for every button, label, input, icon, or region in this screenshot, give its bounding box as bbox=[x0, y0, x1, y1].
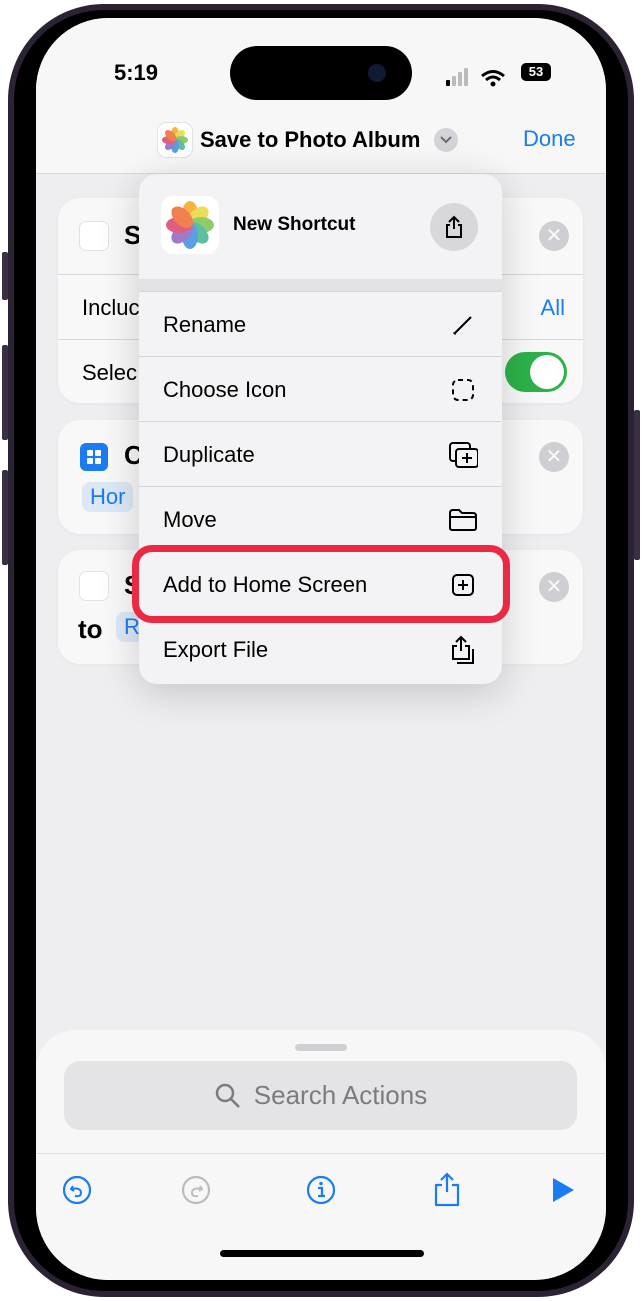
include-label: Incluc bbox=[82, 295, 140, 320]
redo-icon bbox=[181, 1175, 211, 1205]
undo-button[interactable] bbox=[60, 1173, 94, 1207]
pencil-icon bbox=[448, 310, 478, 340]
variable-pill[interactable]: Hor bbox=[82, 482, 134, 512]
undo-icon bbox=[62, 1175, 92, 1205]
duplicate-icon bbox=[448, 440, 478, 470]
menu-item-label: Move bbox=[163, 507, 217, 532]
actions-sheet: Search Actions bbox=[36, 1030, 606, 1280]
status-time: 5:19 bbox=[114, 60, 159, 85]
share-icon bbox=[434, 1172, 460, 1207]
info-icon bbox=[306, 1175, 336, 1205]
shortcut-name: New Shortcut bbox=[233, 214, 356, 235]
shortcut-title-menu[interactable]: Save to Photo Album bbox=[158, 123, 459, 157]
menu-separator bbox=[139, 279, 502, 291]
nav-bar: 5:19 53 Save to Photo Album Done bbox=[36, 18, 606, 174]
play-icon bbox=[553, 1178, 574, 1202]
app-grid-icon bbox=[80, 443, 108, 471]
photos-icon bbox=[80, 222, 108, 250]
to-label: to bbox=[78, 614, 103, 644]
share-icon bbox=[446, 215, 462, 238]
search-placeholder: Search Actions bbox=[253, 1080, 428, 1110]
remove-action-button[interactable]: ✕ bbox=[539, 221, 569, 251]
home-indicator bbox=[220, 1250, 424, 1257]
redo-button[interactable] bbox=[179, 1173, 213, 1207]
dashed-square-icon bbox=[448, 375, 478, 405]
include-value[interactable]: All bbox=[541, 295, 565, 321]
select-label: Selec bbox=[82, 360, 138, 385]
share-shortcut-button[interactable] bbox=[430, 203, 478, 251]
highlight-annotation bbox=[132, 545, 510, 623]
chevron-down-icon[interactable] bbox=[434, 128, 459, 152]
photos-icon bbox=[80, 572, 108, 600]
sheet-grabber[interactable] bbox=[295, 1044, 347, 1051]
volume-up-button bbox=[2, 345, 8, 440]
screen: 5:19 53 Save to Photo Album Done S ✕ Inc… bbox=[36, 18, 606, 1280]
shortcut-icon bbox=[161, 196, 219, 254]
power-button bbox=[634, 410, 640, 560]
menu-item-rename[interactable]: Rename bbox=[139, 291, 502, 356]
select-toggle[interactable] bbox=[505, 352, 567, 392]
menu-item-label: Export File bbox=[163, 637, 269, 662]
menu-header: New Shortcut bbox=[139, 174, 502, 279]
export-icon bbox=[448, 635, 478, 665]
shortcut-title: Save to Photo Album bbox=[200, 127, 421, 152]
search-actions-field[interactable]: Search Actions bbox=[64, 1061, 577, 1130]
camera bbox=[368, 64, 386, 82]
photos-app-icon bbox=[158, 123, 192, 157]
share-button[interactable] bbox=[430, 1172, 464, 1207]
info-button[interactable] bbox=[304, 1173, 338, 1207]
done-button[interactable]: Done bbox=[523, 126, 576, 152]
search-icon bbox=[215, 1083, 240, 1108]
menu-item-label: Duplicate bbox=[163, 442, 255, 467]
toolbar-separator bbox=[36, 1153, 606, 1154]
run-button[interactable] bbox=[546, 1173, 580, 1207]
action-button bbox=[2, 252, 8, 300]
menu-item-duplicate[interactable]: Duplicate bbox=[139, 421, 502, 486]
menu-item-label: Choose Icon bbox=[163, 377, 287, 402]
volume-down-button bbox=[2, 470, 8, 565]
signal-wifi-icon bbox=[446, 68, 505, 87]
battery-indicator: 53 bbox=[521, 63, 551, 81]
menu-item-choose-icon[interactable]: Choose Icon bbox=[139, 356, 502, 421]
remove-action-button[interactable]: ✕ bbox=[539, 442, 569, 472]
menu-item-move[interactable]: Move bbox=[139, 486, 502, 551]
dynamic-island bbox=[230, 46, 412, 100]
menu-item-label: Rename bbox=[163, 312, 247, 337]
menu-item-export-file[interactable]: Export File bbox=[139, 616, 502, 681]
folder-icon bbox=[448, 505, 478, 535]
remove-action-button[interactable]: ✕ bbox=[539, 572, 569, 602]
